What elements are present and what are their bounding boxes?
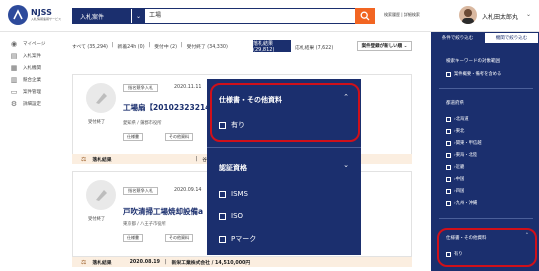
sidebar-item-competitors[interactable]: ▥ 競合企業 xyxy=(0,74,60,86)
bid-location: 東京都 / 八王子市役所 xyxy=(123,222,166,227)
logo-text: NJSS 入札情報速報サービス xyxy=(31,8,62,22)
result-winner: 新栄工業株式会社 / 14,510,000円 xyxy=(171,260,251,266)
status-tabs: すべて (35,294) | 新着24h (0) | 受付中 (2) | 受付終了 (… xyxy=(72,43,228,50)
certification-checkbox-iso[interactable]: ISO xyxy=(219,212,243,220)
status-text: 受付終了 xyxy=(88,217,106,222)
keyword-scope-heading: 検索キーワードの対象範囲 xyxy=(446,59,500,64)
chevron-down-icon[interactable]: ⌄ xyxy=(132,9,145,23)
result-label: 落札結果 xyxy=(92,157,112,163)
search-icon xyxy=(360,11,370,21)
other-doc-pill[interactable]: その他資料 xyxy=(165,234,193,242)
spec-doc-pill[interactable]: 仕様書 xyxy=(123,133,143,141)
bid-location: 愛知県 / 蒲郡市役所 xyxy=(123,121,162,126)
result-label: 落札結果 xyxy=(92,260,112,266)
tab-all[interactable]: すべて (35,294) xyxy=(72,43,108,50)
certification-checkbox-pmark[interactable]: Pマーク xyxy=(219,234,256,244)
search-button[interactable] xyxy=(355,8,375,24)
prefecture-checkbox[interactable]: › 東海・北陸 xyxy=(446,152,477,158)
award-result-row: ⚖ 落札結果 2020.08.19 | 新栄工業株式会社 / 14,510,00… xyxy=(72,257,412,267)
sidebar: ◉ マイページ ▤ 入札案件 ▦ 入札機関 ▥ 競合企業 ▭ 案件管理 ⚙ 詳細設定 xyxy=(0,38,60,110)
sidebar-item-management[interactable]: ▭ 案件管理 xyxy=(0,86,60,98)
spec-doc-pill[interactable]: 仕様書 xyxy=(123,234,143,242)
certification-heading[interactable]: 認証資格 xyxy=(219,163,247,173)
person-icon: ◉ xyxy=(10,40,18,48)
building-icon: ▦ xyxy=(10,64,18,72)
prefecture-checkbox[interactable]: › 北海道 xyxy=(446,116,469,122)
prefecture-checkbox[interactable]: › 四国 xyxy=(446,188,464,194)
document-icon: ▤ xyxy=(10,52,18,60)
sidebar-item-mypage[interactable]: ◉ マイページ xyxy=(0,38,60,50)
tab-closed[interactable]: 受付終了 (34,330) xyxy=(187,43,228,50)
highlight-ring xyxy=(210,83,360,142)
tender-type-badge: 指名競争入札 xyxy=(123,187,159,195)
document-thumbnail-icon xyxy=(86,83,116,113)
prefecture-heading: 都道府県 xyxy=(446,101,464,106)
prefecture-checkbox[interactable]: › 九州・沖縄 xyxy=(446,200,477,206)
search-type-select[interactable]: 入札案件 ⌄ xyxy=(73,9,145,23)
sidebar-item-settings[interactable]: ⚙ 詳細設定 xyxy=(0,98,60,110)
prefecture-checkbox[interactable]: › 東北 xyxy=(446,128,464,134)
result-date: 2020.08.19 xyxy=(129,259,160,265)
publish-date: 2020.09.14 xyxy=(174,188,202,193)
prefecture-checkbox[interactable]: › 関東・甲信越 xyxy=(446,140,482,146)
gavel-icon: ⚖ xyxy=(81,258,87,266)
highlight-ring xyxy=(437,228,537,267)
bid-title[interactable]: 戸吹清掃工場焼却設備a xyxy=(123,206,203,217)
keyword-scope-checkbox[interactable]: 案件概要・備考を含める xyxy=(446,71,501,77)
other-doc-pill[interactable]: その他資料 xyxy=(165,133,193,141)
document-thumbnail-icon xyxy=(86,180,116,210)
search-input[interactable]: 工場 xyxy=(149,9,161,23)
prefecture-checkbox[interactable]: › 近畿 xyxy=(446,164,464,170)
status-text: 受付終了 xyxy=(88,120,106,125)
chevron-down-icon[interactable]: ⌄ xyxy=(526,11,531,18)
chevron-down-icon[interactable]: ⌄ xyxy=(343,161,349,169)
prefecture-checkbox[interactable]: › 中国 xyxy=(446,176,464,182)
tab-filter-conditions[interactable]: 条件で絞り込む xyxy=(431,32,484,44)
gear-icon: ⚙ xyxy=(10,100,18,108)
search-bar: 入札案件 ⌄ 工場 xyxy=(72,8,370,24)
logo[interactable]: NJSS 入札情報速報サービス xyxy=(8,5,61,25)
tab-bid-results[interactable]: 応札結果 (7,622) xyxy=(295,44,333,51)
avatar[interactable] xyxy=(459,6,477,24)
sidebar-item-bids[interactable]: ▤ 入札案件 xyxy=(0,50,60,62)
tab-open[interactable]: 受付中 (2) xyxy=(154,43,177,50)
bid-title[interactable]: 工場扇【201023232140 xyxy=(123,102,216,113)
tab-award-results[interactable]: 落札結果 (29,812) xyxy=(253,40,291,53)
sort-select[interactable]: 案件登録が新しい順 ⌄ xyxy=(357,41,412,51)
header-links[interactable]: 検索履歴 | 詳細検索 xyxy=(384,12,420,18)
chart-icon: ▥ xyxy=(10,76,18,84)
tender-type-badge: 指名競争入札 xyxy=(123,84,159,92)
gavel-icon: ⚖ xyxy=(81,155,87,163)
tab-new[interactable]: 新着24h (0) xyxy=(118,43,145,50)
logo-mark-icon xyxy=(8,5,28,25)
tab-filter-agencies[interactable]: 機関で絞り込む xyxy=(484,32,539,44)
certification-checkbox-isms[interactable]: ISMS xyxy=(219,190,248,198)
user-name[interactable]: 入札田太郎丸 xyxy=(482,12,518,21)
top-header: NJSS 入札情報速報サービス 入札案件 ⌄ 工場 検索履歴 | 詳細検索 入札… xyxy=(0,0,539,32)
sidebar-item-agencies[interactable]: ▦ 入札機関 xyxy=(0,62,60,74)
publish-date: 2020.11.11 xyxy=(174,85,202,90)
folder-icon: ▭ xyxy=(10,88,18,96)
